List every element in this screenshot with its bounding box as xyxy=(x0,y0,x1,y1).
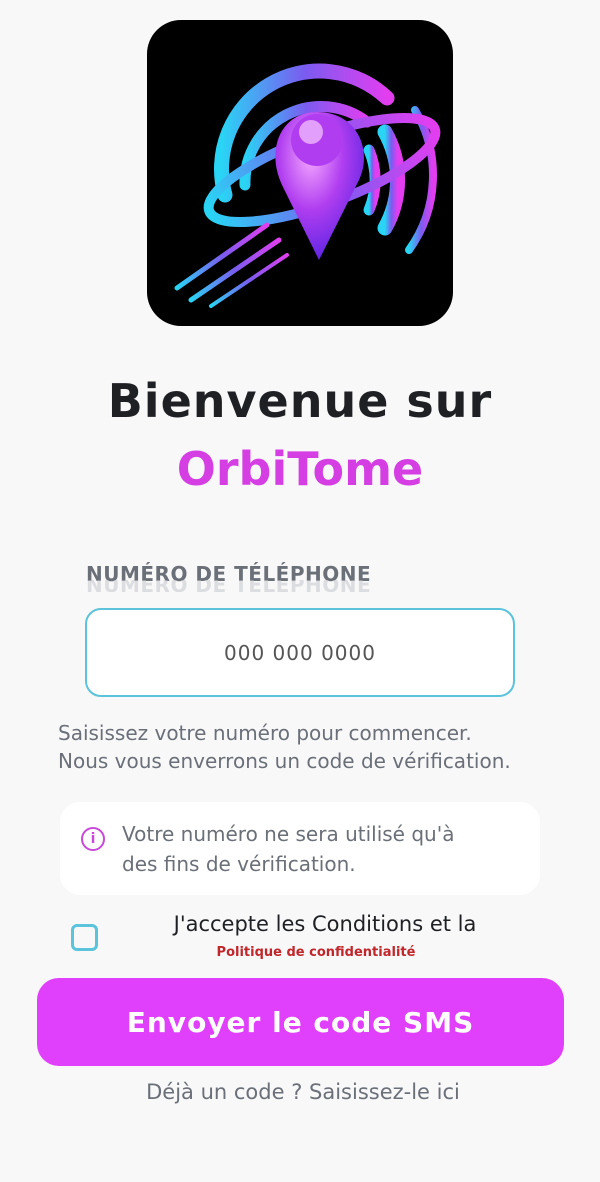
phone-label-reflection: NUMÉRO DE TÉLÉPHONE xyxy=(86,580,372,592)
app-logo xyxy=(147,20,453,326)
phone-input[interactable] xyxy=(85,608,515,697)
send-sms-button[interactable]: Envoyer le code SMS xyxy=(37,978,564,1066)
privacy-info-text: Votre numéro ne sera utilisé qu'à des fi… xyxy=(122,819,522,879)
phone-hint-line2: Nous vous enverrons un code de vérificat… xyxy=(58,749,511,773)
terms-checkbox[interactable] xyxy=(71,924,98,951)
brand-name: OrbiTome xyxy=(176,442,424,496)
info-icon: i xyxy=(81,827,105,851)
enter-code-link[interactable]: Déjà un code ? Saisissez-le ici xyxy=(0,1080,600,1104)
privacy-policy-link[interactable]: Politique de confidentialité xyxy=(110,945,522,960)
privacy-info-line1: Votre numéro ne sera utilisé qu'à xyxy=(122,822,455,846)
phone-hint: Saisissez votre numéro pour commencer. N… xyxy=(58,719,578,775)
privacy-info-line2: des fins de vérification. xyxy=(122,852,356,876)
privacy-info-card: i Votre numéro ne sera utilisé qu'à des … xyxy=(60,802,540,895)
orbitome-logo-icon xyxy=(174,63,441,308)
welcome-title: Bienvenue sur xyxy=(107,374,493,428)
phone-hint-line1: Saisissez votre numéro pour commencer. xyxy=(58,721,472,745)
terms-text: J'accepte les Conditions et la xyxy=(173,912,477,936)
